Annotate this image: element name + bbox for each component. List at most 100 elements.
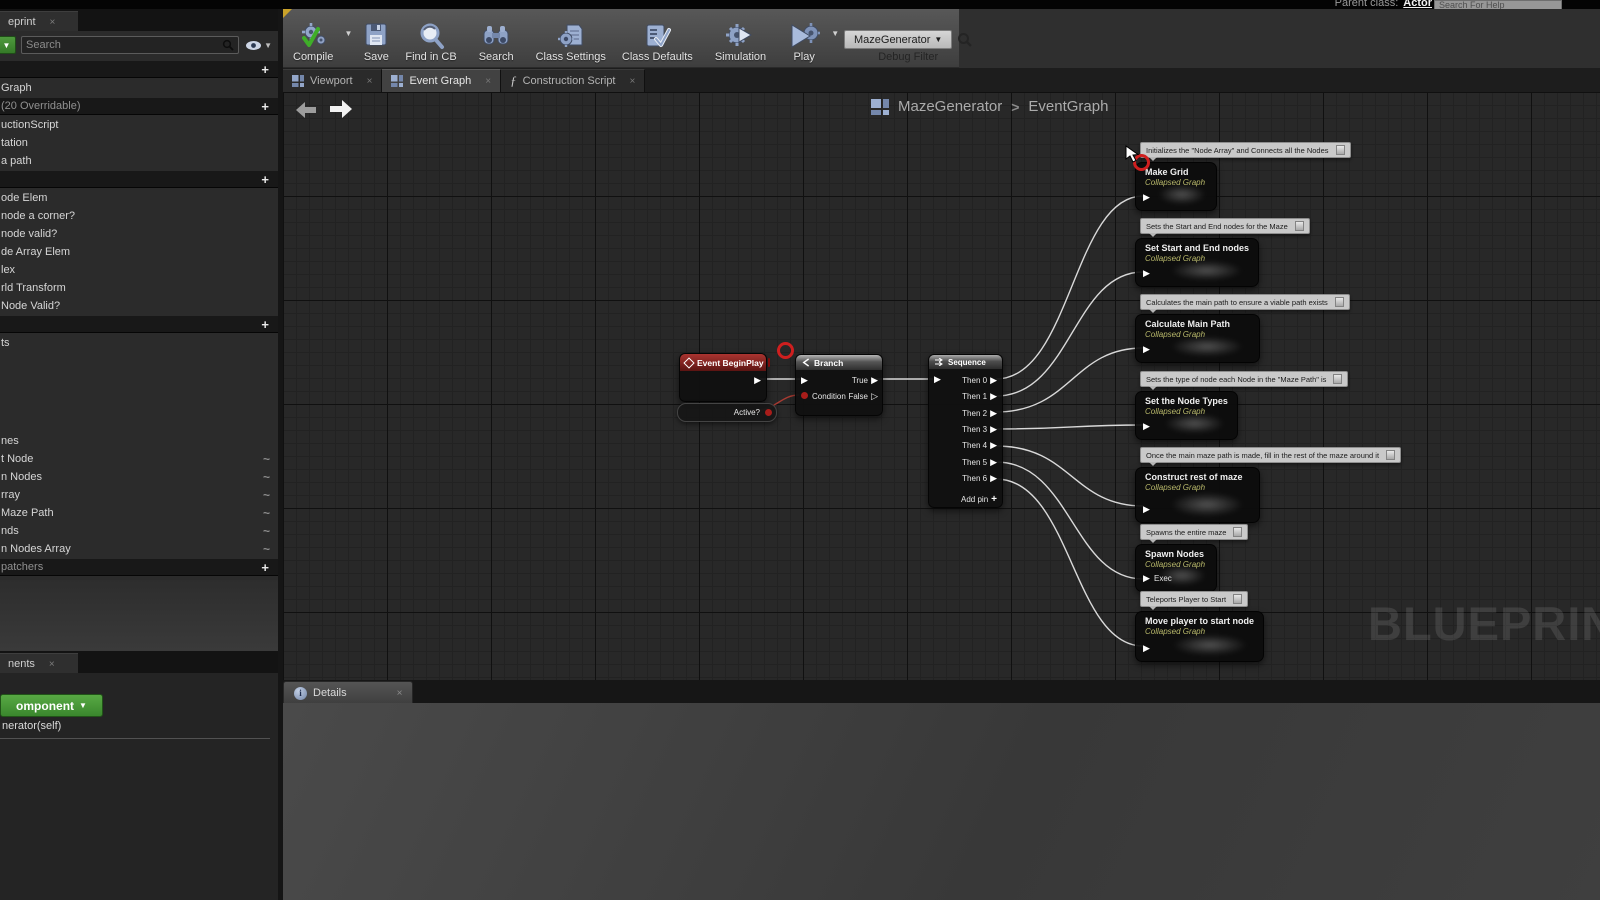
panel-divider[interactable]	[278, 9, 283, 900]
list-item[interactable]: + ~	[0, 61, 278, 78]
plus-icon[interactable]: +	[261, 561, 269, 574]
list-item[interactable]: rray + ~	[0, 486, 278, 504]
list-item[interactable]: + ~	[0, 352, 278, 432]
node-move-player[interactable]: Move player to start node Collapsed Grap…	[1135, 611, 1264, 662]
list-item[interactable]: t Node + ~	[0, 450, 278, 468]
list-item[interactable]: (20 Overridable) + ~	[0, 98, 278, 115]
list-item[interactable]: patchers + ~	[0, 559, 278, 576]
node-calculate-main-path[interactable]: Calculate Main Path Collapsed Graph ▶	[1135, 314, 1260, 363]
plus-icon[interactable]: +	[261, 318, 269, 331]
comment-bubble[interactable]: Sets the Start and End nodes for the Maz…	[1140, 218, 1310, 234]
event-graph-canvas[interactable]: BLUEPRINT MazeGenerator > EventGraph	[283, 92, 1600, 681]
list-item[interactable]: nes + ~	[0, 432, 278, 450]
node-sequence[interactable]: Sequence ▶ Then 0 ▶ Then 1 ▶ Then 2 ▶ Th…	[928, 354, 1003, 508]
list-item[interactable]: node a corner? + ~	[0, 207, 278, 225]
chevron-down-icon[interactable]: ▼	[344, 29, 352, 38]
close-icon[interactable]: ×	[630, 76, 636, 87]
comment-bubble-icon[interactable]	[1295, 221, 1304, 231]
node-get-active[interactable]: Active?	[677, 403, 777, 422]
simulation-button[interactable]: Simulation	[707, 9, 774, 67]
list-item[interactable]: uctionScript + ~	[0, 116, 278, 134]
component-self-item[interactable]: nerator(self)	[2, 720, 61, 732]
search-input[interactable]: Search	[21, 36, 239, 54]
play-button[interactable]: Play ▼	[780, 9, 836, 67]
node-spawn-nodes[interactable]: Spawn Nodes Collapsed Graph ▶ Exec	[1135, 544, 1217, 592]
node-construct-rest[interactable]: Construct rest of maze Collapsed Graph ▶	[1135, 467, 1260, 523]
list-item[interactable]: rld Transform + ~	[0, 279, 278, 297]
comment-bubble[interactable]: Calculates the main path to ensure a via…	[1140, 294, 1350, 310]
save-button[interactable]: Save	[355, 9, 397, 67]
comment-bubble[interactable]: Teleports Player to Start	[1140, 591, 1248, 607]
exec-in-pin[interactable]: ▶	[1143, 422, 1150, 431]
add-component-button[interactable]: omponent ▼	[0, 694, 103, 717]
list-item[interactable]: Maze Path + ~	[0, 504, 278, 522]
list-item[interactable]: a path + ~	[0, 152, 278, 170]
then-pin[interactable]: ▶	[990, 474, 997, 483]
node-make-grid[interactable]: Make Grid Collapsed Graph ▶	[1135, 162, 1217, 211]
bool-out-pin[interactable]	[765, 409, 772, 416]
list-item[interactable]: lex + ~	[0, 261, 278, 279]
exec-in-pin[interactable]: ▶	[1143, 505, 1150, 514]
compile-button[interactable]: Compile ▼	[285, 9, 349, 67]
exec-out-pin[interactable]: ▶	[754, 376, 761, 385]
list-item[interactable]: node valid? + ~	[0, 225, 278, 243]
false-pin[interactable]: ▷	[871, 392, 878, 401]
list-item[interactable]: + ~	[0, 171, 278, 188]
class-defaults-button[interactable]: Class Defaults	[614, 9, 701, 67]
comment-bubble[interactable]: Once the main maze path is made, fill in…	[1140, 447, 1401, 463]
tab-construction-script[interactable]: ƒ Construction Script ×	[501, 69, 645, 92]
tab-my-blueprint[interactable]: eprint ×	[0, 11, 78, 32]
visibility-filter[interactable]: ▼	[245, 40, 272, 51]
then-pin[interactable]: ▶	[990, 409, 997, 418]
tab-details[interactable]: i Details ×	[283, 681, 413, 705]
comment-bubble[interactable]: Sets the type of node each Node in the "…	[1140, 371, 1348, 387]
help-search-input[interactable]: Search For Help	[1434, 0, 1562, 9]
exec-in-pin[interactable]: ▶	[1143, 574, 1150, 583]
list-item[interactable]: + ~	[0, 316, 278, 333]
then-pin[interactable]: ▶	[990, 441, 997, 450]
comment-bubble-icon[interactable]	[1233, 594, 1242, 604]
comment-bubble-icon[interactable]	[1333, 374, 1342, 384]
then-pin[interactable]: ▶	[990, 458, 997, 467]
list-item[interactable]: Node Valid? + ~	[0, 297, 278, 315]
chevron-down-icon[interactable]: ▼	[831, 29, 839, 38]
node-event-beginplay[interactable]: Event BeginPlay ▶	[679, 353, 767, 402]
exec-in-pin[interactable]: ▶	[801, 376, 808, 385]
node-set-start-end[interactable]: Set Start and End nodes Collapsed Graph …	[1135, 238, 1259, 287]
close-icon[interactable]: ×	[485, 76, 491, 87]
add-pin-row[interactable]: Add pin +	[924, 495, 997, 505]
exec-in-pin[interactable]: ▶	[1143, 193, 1150, 202]
node-branch[interactable]: Branch ▶ Condition True ▶ False ▷	[795, 354, 883, 416]
then-pin[interactable]: ▶	[990, 425, 997, 434]
list-item[interactable]: n Nodes + ~	[0, 468, 278, 486]
tab-viewport[interactable]: Viewport ×	[283, 69, 382, 92]
exec-in-pin[interactable]: ▶	[1143, 269, 1150, 278]
list-item[interactable]: n Nodes Array + ~	[0, 540, 278, 558]
list-item[interactable]: nds + ~	[0, 522, 278, 540]
node-set-node-types[interactable]: Set the Node Types Collapsed Graph ▶	[1135, 391, 1238, 440]
add-new-dropdown[interactable]: ▼	[0, 36, 16, 54]
debug-object-select[interactable]: MazeGenerator ▼	[844, 30, 952, 49]
close-icon[interactable]: ×	[397, 688, 403, 699]
condition-pin[interactable]	[801, 392, 808, 399]
plus-icon[interactable]: +	[261, 173, 269, 186]
close-icon[interactable]: ×	[50, 17, 56, 28]
comment-bubble-icon[interactable]	[1386, 450, 1395, 460]
then-pin[interactable]: ▶	[990, 376, 997, 385]
debug-search-icon[interactable]	[957, 32, 972, 47]
close-icon[interactable]: ×	[367, 76, 373, 87]
comment-bubble[interactable]: Spawns the entire maze	[1140, 524, 1248, 540]
parent-class-link[interactable]: Actor	[1403, 0, 1432, 9]
comment-bubble[interactable]: Initializes the "Node Array" and Connect…	[1140, 142, 1351, 158]
comment-bubble-icon[interactable]	[1335, 297, 1344, 307]
close-icon[interactable]: ×	[49, 659, 55, 670]
list-item[interactable]: de Array Elem + ~	[0, 243, 278, 261]
tab-components[interactable]: nents ×	[0, 653, 78, 674]
list-item[interactable]: ode Elem + ~	[0, 189, 278, 207]
plus-icon[interactable]: +	[261, 63, 269, 76]
then-pin[interactable]: ▶	[990, 392, 997, 401]
find-in-cb-button[interactable]: Find in CB	[397, 9, 464, 67]
comment-bubble-icon[interactable]	[1336, 145, 1345, 155]
comment-bubble-icon[interactable]	[1233, 527, 1242, 537]
class-settings-button[interactable]: Class Settings	[528, 9, 614, 67]
